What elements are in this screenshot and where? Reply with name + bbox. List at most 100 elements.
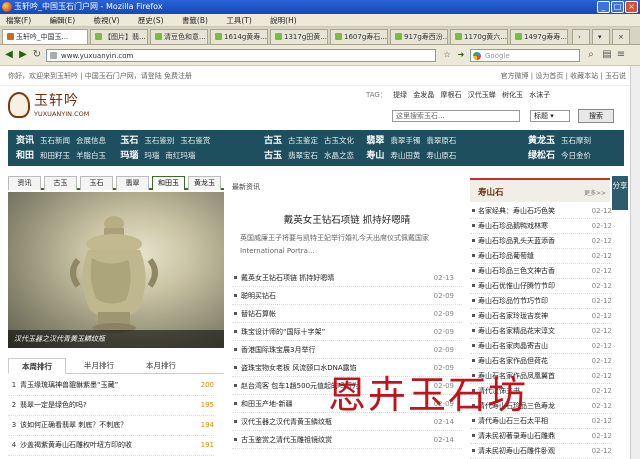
nav-head[interactable]: 玛瑙: [120, 151, 138, 161]
news-item[interactable]: 香港国际珠宝展3月举行 02-09: [232, 342, 462, 359]
extension-icon[interactable]: ≡: [614, 48, 628, 62]
shoushan-item[interactable]: 寿山石名家玲珑吉炭神 02-12: [470, 309, 612, 324]
nav-head[interactable]: 和田: [16, 151, 34, 161]
photo-caption[interactable]: 汉代玉器之汉代青黄玉鳞纹瓶: [8, 330, 224, 348]
share-button[interactable]: 分享: [612, 176, 628, 210]
tab-news[interactable]: 资讯: [8, 176, 41, 190]
news-title[interactable]: 替钻石算帐: [241, 310, 276, 318]
shoushan-item-title[interactable]: 清未民初著录寿山石雕鼎: [478, 432, 555, 440]
nav-link[interactable]: 南红玛瑙: [165, 151, 195, 160]
web-search-input[interactable]: Google: [470, 49, 580, 62]
nav-link[interactable]: 翡翠原石: [426, 136, 456, 145]
more-link[interactable]: 更多>>: [584, 188, 606, 197]
nav-link[interactable]: 玛瑙: [144, 151, 159, 160]
featured-photo[interactable]: [8, 192, 224, 348]
nav-link[interactable]: 水晶之恋: [324, 151, 354, 160]
nav-link[interactable]: 玉石新闻: [40, 136, 70, 145]
tab-jadeite[interactable]: 翡翠: [116, 176, 149, 190]
nav-link[interactable]: 翡翠宝石: [288, 151, 318, 160]
minimize-button[interactable]: _: [597, 1, 610, 13]
ranking-row[interactable]: 3 该如何正确看翡翠 刺底？不刺底？ 194: [8, 416, 214, 436]
tab-jade[interactable]: 玉石: [80, 176, 113, 190]
nav-link[interactable]: 古玉鉴定: [288, 136, 318, 145]
nav-head[interactable]: 古玉: [264, 136, 282, 146]
ranking-row[interactable]: 2 翡翠一定是绿色的吗? 195: [8, 396, 214, 416]
menu-view[interactable]: 檢視(V): [94, 16, 120, 25]
rank-title[interactable]: 翡翠一定是绿色的吗?: [20, 401, 87, 409]
search-type-select[interactable]: 标题 ▾: [530, 110, 570, 122]
bookmark-star-icon[interactable]: ☆: [440, 48, 454, 62]
shoushan-item-title[interactable]: 寿山石名家玲珑吉炭神: [478, 312, 548, 320]
downloads-icon[interactable]: ▤: [600, 48, 614, 62]
browser-tab[interactable]: 1614g黄寿...: [210, 29, 268, 44]
shoushan-item[interactable]: 寿山石珍品乳头天蓝添香 02-12: [470, 234, 612, 249]
top-links[interactable]: 官方微博 | 设为首页 | 收藏本站 | 玉石说: [501, 66, 626, 86]
welcome-text[interactable]: 你好，欢迎来到玉轩吟 | 中国玉石门户网，请登陆 免费注册: [8, 66, 192, 86]
shoushan-item-title[interactable]: 寿山石珍品鹅鸭戏林寒: [478, 222, 548, 230]
nav-head[interactable]: 翡翠: [366, 136, 384, 146]
browser-tab[interactable]: 玉轩吟_中国玉...: [2, 29, 88, 44]
url-bar[interactable]: www.yuxuanyin.com: [46, 49, 436, 62]
nav-link[interactable]: 今日金价: [561, 151, 591, 160]
browser-tab[interactable]: 1607g寿石...: [330, 29, 388, 44]
news-title[interactable]: 古玉鉴赏之清代玉雕祖镜纹赏: [241, 436, 332, 444]
tag-link[interactable]: 提绿: [393, 91, 407, 99]
news-title[interactable]: 汉代玉器之汉代青黄玉鳞纹瓶: [241, 418, 332, 426]
tab-halfmonth-ranking[interactable]: 半月排行: [70, 358, 128, 374]
shoushan-item[interactable]: 寿山石珍品三色文神古香 02-12: [470, 264, 612, 279]
shoushan-item-title[interactable]: 名家经典：寿山石巧色笑: [478, 207, 555, 215]
browser-tab[interactable]: 清豆色和意...: [150, 29, 208, 44]
tab-huanglong[interactable]: 黄龙玉: [188, 176, 221, 190]
shoushan-item[interactable]: 寿山石珍品鹅鸭戏林寒 02-12: [470, 219, 612, 234]
shoushan-item-title[interactable]: 寿山石珍品葡萄缝: [478, 252, 534, 260]
news-item[interactable]: 聪明买钻石 02-09: [232, 288, 462, 305]
nav-head[interactable]: 寿山: [366, 151, 384, 161]
shoushan-item-title[interactable]: 寿山石名家精品花宋淳文: [478, 327, 555, 335]
go-arrow-icon[interactable]: ➜: [454, 48, 468, 62]
nav-head[interactable]: 古玉: [264, 151, 282, 161]
tag-link[interactable]: 树化玉: [502, 91, 523, 99]
forward-arrow-icon[interactable]: ▶: [16, 48, 30, 62]
browser-tab[interactable]: 1317g田黄...: [270, 29, 328, 44]
shoushan-item-title[interactable]: 寿山石珍品三色文神古香: [478, 267, 555, 275]
nav-link[interactable]: 寿山原石: [426, 151, 456, 160]
nav-head[interactable]: 玉石: [120, 136, 138, 146]
news-title[interactable]: 聪明买钻石: [241, 292, 276, 300]
shoushan-item[interactable]: 寿山石名家精品花宋淳文 02-12: [470, 324, 612, 339]
rank-title[interactable]: 沙盖褐紫黄寿山石雕权叶纽方印的收: [20, 441, 132, 449]
browser-tab[interactable]: 1170g黄六...: [450, 29, 508, 44]
shoushan-item[interactable]: 寿山石优惟山仔腾竹节印 02-12: [470, 279, 612, 294]
menu-edit[interactable]: 編輯(E): [50, 16, 76, 25]
nav-link[interactable]: 玉石鉴赏: [180, 136, 210, 145]
tab-week-ranking[interactable]: 本周排行: [8, 358, 66, 374]
news-item[interactable]: 珠宝设计师的“国际十字架” 02-09: [232, 324, 462, 341]
tag-link[interactable]: 汉代玉蝉: [468, 91, 496, 99]
shoushan-item-title[interactable]: 寿山石名家肉晶寄吉山: [478, 342, 548, 350]
nav-link[interactable]: 会展信息: [76, 136, 106, 145]
shoushan-item[interactable]: 清未民初著录寿山石雕鼎 02-12: [470, 429, 612, 444]
nav-link[interactable]: 玉石摩刻: [561, 136, 591, 145]
nav-head[interactable]: 资讯: [16, 136, 34, 146]
nav-link[interactable]: 和田籽玉: [40, 151, 70, 160]
menu-tools[interactable]: 工具(T): [226, 16, 251, 25]
headline-link[interactable]: 戴英女王钻石项链 抓持好嗯晴: [232, 212, 462, 226]
nav-link[interactable]: 翡翠手镯: [390, 136, 420, 145]
menu-file[interactable]: 檔案(F): [6, 16, 31, 25]
shoushan-item[interactable]: 名家经典：寿山石巧色笑 02-12: [470, 204, 612, 219]
tab-hetian[interactable]: 和田玉: [152, 176, 185, 190]
tab-month-ranking[interactable]: 本月排行: [132, 358, 190, 374]
browser-tab[interactable]: 1497g寿寿...: [510, 29, 568, 44]
news-item[interactable]: 替钻石算帐 02-09: [232, 306, 462, 323]
back-arrow-icon[interactable]: ◀: [2, 48, 16, 62]
shoushan-item[interactable]: 寿山石珍品竹节巧节印 02-12: [470, 294, 612, 309]
site-search-input[interactable]: 这里搜索玉石...: [392, 110, 520, 122]
nav-head[interactable]: 绿松石: [528, 151, 555, 161]
search-icon[interactable]: ⌕: [584, 48, 598, 62]
reload-icon[interactable]: ↻: [30, 48, 44, 62]
tab-ancient-jade[interactable]: 古玉: [44, 176, 77, 190]
nav-link[interactable]: 玉石鉴别: [144, 136, 174, 145]
shoushan-item[interactable]: 寿山石珍品葡萄缝 02-12: [470, 249, 612, 264]
close-tab-icon[interactable]: ×: [612, 29, 630, 44]
close-button[interactable]: ×: [625, 1, 638, 13]
browser-tab[interactable]: 917g寿西汾...: [390, 29, 448, 44]
